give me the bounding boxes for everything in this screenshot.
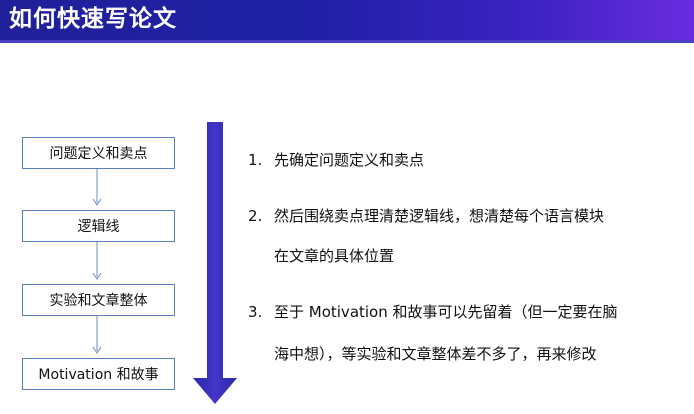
down-arrow-connector	[92, 169, 102, 206]
flow-step-label: 问题定义和卖点	[49, 146, 148, 162]
flow-step-label: 逻辑线	[77, 219, 120, 235]
point-text: 先确定问题定义和卖点	[274, 151, 425, 169]
point-3: 3. 至于 Motivation 和故事可以先留着（但一定要在脑	[248, 302, 618, 322]
point-1: 1. 先确定问题定义和卖点	[248, 150, 424, 170]
title-underline	[0, 40, 694, 43]
down-arrow-connector	[92, 242, 102, 280]
point-number: 3.	[248, 303, 263, 321]
point-text: 海中想），等实验和文章整体差不多了，再来修改	[274, 345, 597, 363]
flow-step-experiments: 实验和文章整体	[22, 284, 175, 316]
flow-step-label: 实验和文章整体	[49, 293, 148, 309]
point-text: 至于 Motivation 和故事可以先留着（但一定要在脑	[274, 303, 618, 321]
point-3-continuation: 海中想），等实验和文章整体差不多了，再来修改	[248, 344, 597, 364]
point-2-continuation: 在文章的具体位置	[248, 246, 394, 266]
large-down-arrow	[193, 122, 237, 404]
down-arrow-connector	[92, 316, 102, 354]
flow-step-label: Motivation 和故事	[38, 367, 159, 383]
flow-step-motivation: Motivation 和故事	[22, 358, 175, 390]
point-text: 在文章的具体位置	[274, 247, 395, 265]
title-bar: 如何快速写论文	[0, 0, 694, 40]
point-text: 然后围绕卖点理清楚逻辑线，想清楚每个语言模块	[274, 207, 605, 225]
point-number: 2.	[248, 207, 263, 225]
slide-title: 如何快速写论文	[9, 6, 177, 32]
point-number: 1.	[248, 151, 263, 169]
flow-step-problem-definition: 问题定义和卖点	[22, 137, 175, 169]
flow-step-logic-line: 逻辑线	[22, 210, 175, 242]
point-2: 2. 然后围绕卖点理清楚逻辑线，想清楚每个语言模块	[248, 206, 604, 226]
